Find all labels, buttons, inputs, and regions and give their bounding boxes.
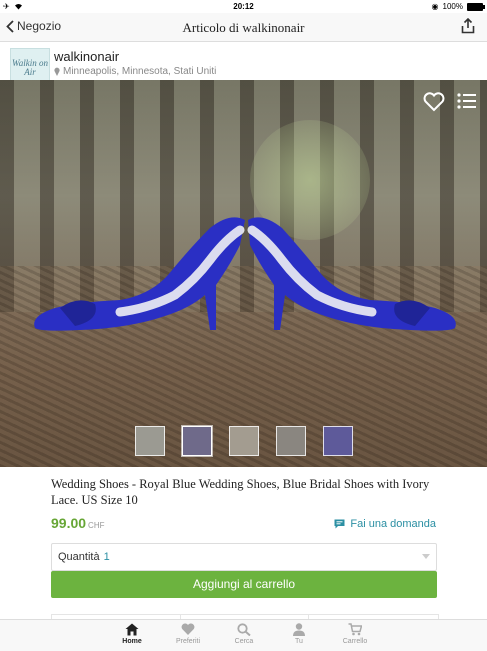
photo-actions bbox=[423, 92, 477, 112]
page-title: Articolo di walkinonair bbox=[182, 20, 305, 35]
home-icon bbox=[125, 623, 139, 636]
message-icon bbox=[334, 519, 345, 529]
thumbnail-2[interactable] bbox=[182, 426, 212, 456]
shop-location-text: Minneapolis, Minnesota, Stati Uniti bbox=[63, 66, 217, 77]
tab-search[interactable]: Cerca bbox=[219, 623, 269, 645]
quantity-label-text: Quantità bbox=[58, 551, 100, 563]
search-icon bbox=[237, 623, 251, 636]
tab-search-label: Cerca bbox=[234, 638, 254, 645]
tab-home-label: Home bbox=[122, 638, 142, 645]
add-to-cart-button[interactable]: Aggiungi al carrello bbox=[51, 571, 437, 598]
status-right: ◉ 100% bbox=[431, 2, 485, 11]
shop-location: Minneapolis, Minnesota, Stati Uniti bbox=[54, 66, 216, 77]
battery-percent: 100% bbox=[442, 2, 463, 11]
tab-cart-label: Carrello bbox=[342, 638, 368, 645]
shop-name[interactable]: walkinonair bbox=[54, 49, 119, 64]
cart-icon bbox=[348, 623, 362, 636]
thumbnail-1[interactable] bbox=[135, 426, 165, 456]
chevron-down-icon bbox=[422, 554, 430, 559]
tab-cart[interactable]: Carrello bbox=[330, 623, 380, 645]
image-thumbnails bbox=[135, 426, 353, 456]
navigation-bar: Negozio Articolo di walkinonair bbox=[0, 13, 487, 42]
quantity-value: 1 bbox=[103, 551, 110, 563]
quantity-label: Quantità 1 bbox=[58, 551, 110, 563]
ask-question-link[interactable]: Fai una domanda bbox=[334, 518, 436, 530]
user-icon bbox=[293, 623, 305, 636]
price-currency: CHF bbox=[88, 521, 105, 530]
shoes-illustration bbox=[34, 217, 456, 331]
list-menu-icon[interactable] bbox=[457, 92, 477, 110]
thumbnail-4[interactable] bbox=[276, 426, 306, 456]
ask-question-label: Fai una domanda bbox=[350, 518, 436, 530]
shop-logo-text: Walkin on Air bbox=[12, 58, 48, 77]
share-icon bbox=[461, 17, 475, 34]
location-pin-icon bbox=[54, 67, 60, 76]
tab-home[interactable]: Home bbox=[107, 623, 157, 645]
thumbnail-5[interactable] bbox=[323, 426, 353, 456]
rotation-lock-icon: ◉ bbox=[431, 2, 439, 11]
tab-you[interactable]: Tu bbox=[274, 623, 324, 645]
tab-favorites[interactable]: Preferiti bbox=[163, 623, 213, 645]
tab-favorites-label: Preferiti bbox=[175, 638, 201, 645]
tab-bar: Home Preferiti Cerca Tu Carrello bbox=[0, 619, 487, 651]
quantity-select[interactable]: Quantità 1 bbox=[51, 543, 437, 571]
product-title: Wedding Shoes - Royal Blue Wedding Shoes… bbox=[51, 477, 430, 507]
product-price: 99.00 CHF bbox=[51, 515, 105, 531]
heart-icon bbox=[181, 623, 195, 635]
thumbnail-3[interactable] bbox=[229, 426, 259, 456]
status-bar: ✈ 20:12 ◉ 100% bbox=[0, 0, 487, 13]
share-button[interactable] bbox=[461, 17, 475, 39]
favorite-heart-icon[interactable] bbox=[423, 92, 445, 112]
shop-header[interactable]: Walkin on Air walkinonair Minneapolis, M… bbox=[0, 42, 487, 88]
product-image[interactable] bbox=[0, 80, 487, 467]
price-value: 99.00 bbox=[51, 515, 87, 531]
tab-you-label: Tu bbox=[295, 638, 303, 645]
status-time: 20:12 bbox=[233, 2, 254, 11]
battery-icon bbox=[467, 2, 485, 11]
